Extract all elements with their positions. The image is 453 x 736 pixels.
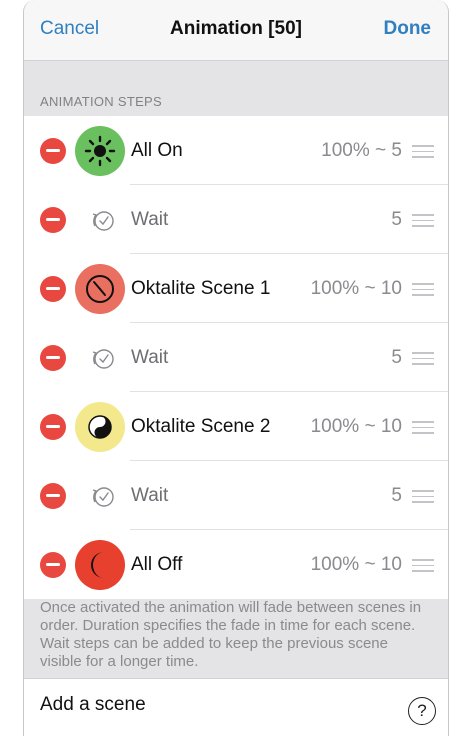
step-label: Wait bbox=[131, 485, 169, 506]
reorder-handle-icon[interactable] bbox=[412, 421, 434, 438]
delete-step-button[interactable] bbox=[40, 414, 66, 440]
delete-step-button[interactable] bbox=[40, 552, 66, 578]
add-scene-label: Add a scene bbox=[40, 694, 146, 715]
section-header: ANIMATION STEPS bbox=[40, 94, 162, 109]
step-value: 5 bbox=[391, 209, 402, 230]
step-label: All On bbox=[131, 140, 183, 161]
step-row-all-on[interactable]: All On 100% ~ 5 bbox=[24, 116, 448, 185]
sun-icon bbox=[75, 126, 125, 176]
step-row-oktalite-scene-2[interactable]: Oktalite Scene 2 100% ~ 10 bbox=[24, 392, 448, 461]
step-row-wait[interactable]: Wait 5 bbox=[24, 461, 448, 530]
reorder-handle-icon[interactable] bbox=[412, 214, 434, 231]
step-value: 100% ~ 5 bbox=[321, 140, 402, 161]
yin-yang-icon bbox=[75, 402, 125, 452]
step-label: Wait bbox=[131, 347, 169, 368]
delete-step-button[interactable] bbox=[40, 483, 66, 509]
delete-step-button[interactable] bbox=[40, 276, 66, 302]
timer-icon bbox=[87, 344, 117, 377]
done-button[interactable]: Done bbox=[384, 18, 432, 40]
step-value: 100% ~ 10 bbox=[310, 416, 402, 437]
step-value: 100% ~ 10 bbox=[310, 554, 402, 575]
reorder-handle-icon[interactable] bbox=[412, 559, 434, 576]
timer-icon bbox=[87, 482, 117, 515]
reorder-handle-icon[interactable] bbox=[412, 490, 434, 507]
step-row-oktalite-scene-1[interactable]: Oktalite Scene 1 100% ~ 10 bbox=[24, 254, 448, 323]
step-row-wait[interactable]: Wait 5 bbox=[24, 185, 448, 254]
reorder-handle-icon[interactable] bbox=[412, 145, 434, 162]
delete-step-button[interactable] bbox=[40, 345, 66, 371]
step-value: 5 bbox=[391, 485, 402, 506]
moon-icon bbox=[75, 540, 125, 590]
timer-icon bbox=[87, 206, 117, 239]
step-row-wait[interactable]: Wait 5 bbox=[24, 323, 448, 392]
step-value: 5 bbox=[391, 347, 402, 368]
help-button[interactable]: ? bbox=[408, 697, 436, 725]
step-label: All Off bbox=[131, 554, 183, 575]
reorder-handle-icon[interactable] bbox=[412, 283, 434, 300]
add-scene-row[interactable]: Add a scene › bbox=[24, 678, 448, 736]
animation-steps-list: All On 100% ~ 5 Wait 5 Oktalite Scene 1 … bbox=[24, 116, 448, 599]
step-label: Wait bbox=[131, 209, 169, 230]
reorder-handle-icon[interactable] bbox=[412, 352, 434, 369]
animation-screen: Cancel Animation [50] Done ANIMATION STE… bbox=[23, 0, 449, 736]
step-label: Oktalite Scene 2 bbox=[131, 416, 271, 437]
step-label: Oktalite Scene 1 bbox=[131, 278, 271, 299]
animation-help-text: Once activated the animation will fade b… bbox=[40, 599, 422, 670]
delete-step-button[interactable] bbox=[40, 138, 66, 164]
navigation-bar: Cancel Animation [50] Done bbox=[24, 0, 448, 61]
delete-step-button[interactable] bbox=[40, 207, 66, 233]
step-value: 100% ~ 10 bbox=[310, 278, 402, 299]
step-row-all-off[interactable]: All Off 100% ~ 10 bbox=[24, 530, 448, 599]
clock-icon bbox=[75, 264, 125, 314]
